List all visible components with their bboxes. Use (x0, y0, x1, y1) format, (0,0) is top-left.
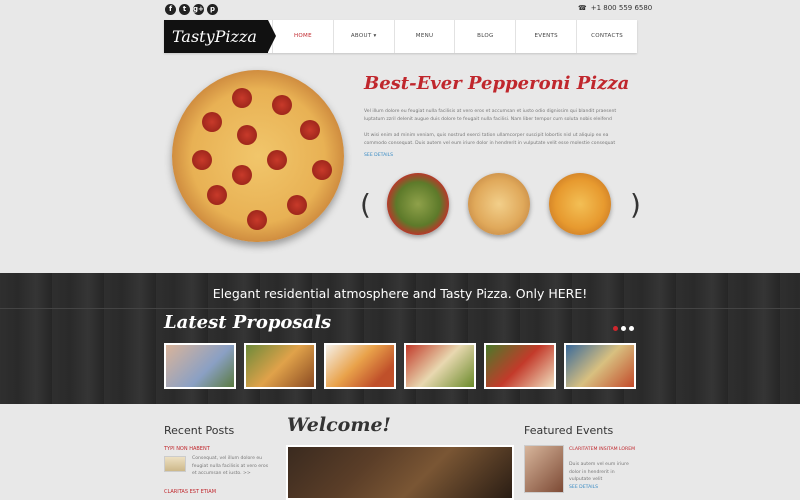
google-plus-icon[interactable]: g+ (193, 4, 204, 15)
slider-dot-3[interactable] (629, 326, 634, 331)
hero-pizza-image (172, 70, 344, 242)
recent-posts-heading: Recent Posts (164, 424, 235, 437)
phone-number: +1 800 559 6580 (590, 4, 653, 12)
nav-events[interactable]: EVENTS (515, 20, 576, 53)
nav-about[interactable]: ABOUT ▾ (332, 20, 394, 53)
latest-proposals-title: Latest Proposals (164, 312, 332, 333)
recent-post-2-title[interactable]: CLARITAS EST ETIAM (164, 489, 216, 495)
proposals-gallery (164, 343, 636, 389)
event-text: Duis autem vel eum iriure dolor in hendr… (569, 462, 629, 482)
hero-title: Best-Ever Pepperoni Pizza (364, 73, 630, 94)
proposal-image-5[interactable] (484, 343, 556, 389)
phone-contact: ☎ +1 800 559 6580 (578, 4, 652, 12)
hero-see-details-link[interactable]: SEE DETAILS (364, 153, 393, 158)
proposal-image-6[interactable] (564, 343, 636, 389)
phone-icon: ☎ (578, 4, 587, 12)
nav-blog[interactable]: BLOG (454, 20, 515, 53)
nav-home[interactable]: HOME (272, 20, 333, 53)
recent-post-1-thumbnail[interactable] (164, 456, 186, 472)
carousel-prev-arrow[interactable]: ( (360, 188, 371, 221)
pizza-carousel: ( ) (360, 168, 641, 238)
pinterest-icon[interactable]: p (207, 4, 218, 15)
event-thumbnail[interactable] (524, 445, 564, 493)
twitter-icon[interactable]: t (179, 4, 190, 15)
nav-contacts[interactable]: CONTACTS (576, 20, 637, 53)
slider-dot-2[interactable] (621, 326, 626, 331)
recent-post-1-text: Consequat, vel illum dolore eu feugiat n… (192, 456, 269, 476)
slider-dot-1[interactable] (613, 326, 618, 331)
proposal-image-3[interactable] (324, 343, 396, 389)
social-icons: f t g+ p (165, 4, 218, 15)
carousel-pizza-2[interactable] (468, 173, 530, 235)
hero-paragraph-1: Vel illum dolore eu feugiat nulla facili… (364, 109, 617, 122)
proposal-image-4[interactable] (404, 343, 476, 389)
welcome-title: Welcome! (287, 414, 391, 436)
slider-dots (613, 326, 634, 331)
proposal-image-2[interactable] (244, 343, 316, 389)
hero-paragraph-2: Ut wisi enim ad minim veniam, quis nostr… (364, 133, 616, 146)
carousel-pizza-1[interactable] (387, 173, 449, 235)
carousel-pizza-3[interactable] (549, 173, 611, 235)
featured-events-heading: Featured Events (524, 424, 614, 437)
proposal-image-1[interactable] (164, 343, 236, 389)
facebook-icon[interactable]: f (165, 4, 176, 15)
recent-post-1-title[interactable]: TYPI NON HABENT (164, 446, 210, 452)
nav-menu[interactable]: MENU (393, 20, 455, 53)
welcome-image (286, 445, 514, 500)
site-logo[interactable]: TastyPizza (164, 20, 276, 53)
carousel-next-arrow[interactable]: ) (630, 188, 641, 221)
slogan-text: Elegant residential atmosphere and Tasty… (212, 286, 588, 301)
event-title[interactable]: CLARITATEM INSITAM LOREM (569, 447, 637, 454)
event-see-details-link[interactable]: SEE DETAILS (569, 485, 598, 490)
band-divider (0, 308, 800, 309)
main-nav: TastyPizza HOME ABOUT ▾ MENU BLOG EVENTS… (164, 20, 637, 53)
